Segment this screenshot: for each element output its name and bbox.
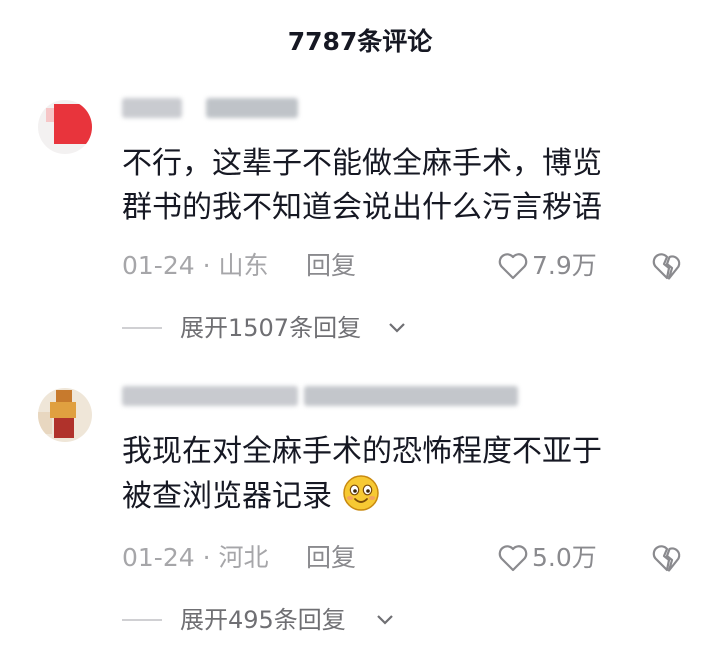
expand-replies-button[interactable]: 展开495条回复 (122, 604, 522, 636)
avatar[interactable] (38, 100, 92, 154)
broken-heart-icon (652, 545, 681, 572)
comment-text-line: 我现在对全麻手术的恐怖程度不亚于 (122, 434, 602, 469)
expand-replies-button[interactable]: 展开1507条回复 (122, 312, 522, 344)
smiling-face-emoji (342, 475, 379, 511)
comment-text-line: 被查浏览器记录 (122, 479, 332, 514)
chevron-down-icon (377, 615, 393, 625)
reply-button[interactable]: 回复 (306, 249, 356, 283)
like-count: 7.9万 (532, 251, 597, 280)
dislike-button[interactable] (652, 252, 682, 284)
comment-count-title: 7787条评论 (287, 27, 433, 56)
expand-replies-label: 展开495条回复 (180, 606, 346, 634)
heart-outline-icon (498, 545, 528, 572)
reply-button[interactable]: 回复 (306, 541, 356, 575)
comment-meta: 01-24 · 山东 回复 (122, 249, 682, 283)
chevron-down-icon (389, 323, 405, 333)
comment-text-line: 群书的我不知道会说出什么污言秽语 (122, 190, 602, 225)
divider (122, 619, 162, 621)
avatar[interactable] (38, 388, 92, 442)
comment-text: 不行，这辈子不能做全麻手术，博览 群书的我不知道会说出什么污言秽语 (122, 142, 682, 230)
broken-heart-icon (652, 253, 681, 280)
expand-replies-label: 展开1507条回复 (180, 314, 362, 342)
comment-date-location: 01-24 · 河北 (122, 543, 269, 572)
heart-outline-icon (498, 253, 528, 280)
comment-text-line: 不行，这辈子不能做全麻手术，博览 (122, 146, 602, 181)
comment-date-location: 01-24 · 山东 (122, 251, 269, 280)
divider (122, 327, 162, 329)
comment-meta: 01-24 · 河北 回复 (122, 541, 682, 575)
dislike-button[interactable] (652, 544, 682, 576)
comment-text: 我现在对全麻手术的恐怖程度不亚于 被查浏览器记录 (122, 430, 682, 519)
like-count: 5.0万 (532, 543, 597, 572)
